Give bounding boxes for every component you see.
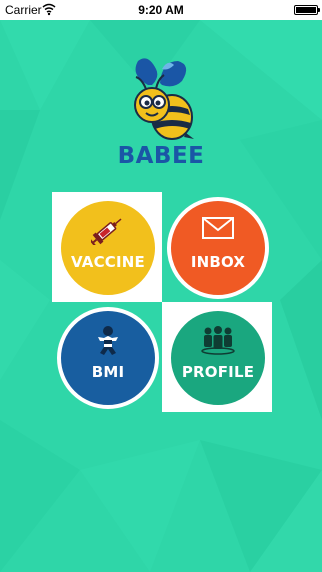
syringe-icon	[61, 215, 155, 245]
profile-label: PROFILE	[181, 363, 255, 381]
bmi-button[interactable]: BMI	[57, 307, 159, 409]
app-logo-text: BABEE	[117, 143, 205, 169]
vaccine-label: VACCINE	[71, 253, 145, 271]
profile-button[interactable]: PROFILE	[167, 307, 269, 409]
bmi-cell: BMI	[52, 302, 162, 412]
profile-cell: PROFILE	[162, 302, 272, 412]
inbox-cell: INBOX	[162, 192, 272, 302]
vaccine-cell: VACCINE	[52, 192, 162, 302]
inbox-label: INBOX	[190, 253, 246, 271]
status-bar: Carrier 9:20 AM	[0, 0, 322, 20]
bmi-label: BMI	[91, 363, 125, 381]
main-menu-grid: VACCINE INBOX BMI PROFILE	[52, 192, 272, 412]
app-logo: BABEE	[110, 55, 212, 169]
bee-icon	[134, 58, 194, 140]
battery-icon	[294, 5, 320, 15]
inbox-button[interactable]: INBOX	[167, 197, 269, 299]
clock: 9:20 AM	[138, 3, 184, 17]
baby-icon	[61, 325, 155, 357]
envelope-icon	[171, 215, 265, 241]
group-icon	[171, 325, 265, 355]
vaccine-button[interactable]: VACCINE	[57, 197, 159, 299]
